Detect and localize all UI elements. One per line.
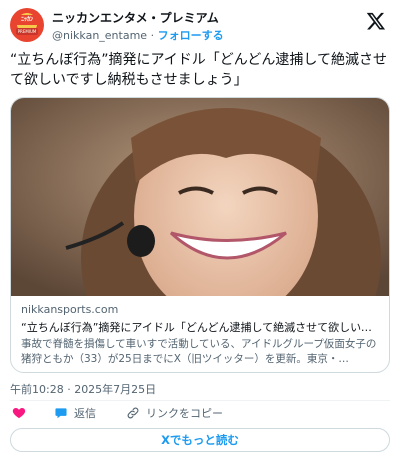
embedded-post: ﾆｯｶﾝ PREMIUM ニッカンエンタメ・プレミアム @nikkan_enta… — [0, 0, 400, 465]
heart-icon — [12, 408, 26, 419]
action-bar: 返信 リンクをコピー — [10, 404, 390, 422]
post-header: ﾆｯｶﾝ PREMIUM ニッカンエンタメ・プレミアム @nikkan_enta… — [10, 8, 390, 42]
article-photo — [11, 98, 389, 296]
nikkan-premium-logo-icon: ﾆｯｶﾝ — [14, 15, 40, 25]
read-more-on-x-button[interactable]: Xでもっと読む — [10, 428, 390, 452]
link-domain: nikkansports.com — [21, 303, 119, 316]
separator-dot: · — [150, 29, 155, 42]
link-description: 事故で脊髄を損傷して車いすで活動している、アイドルグループ仮面女子の猪狩ともか（… — [21, 338, 377, 365]
x-logo-icon[interactable] — [366, 11, 386, 31]
account-handle[interactable]: @nikkan_entame — [52, 29, 147, 42]
avatar[interactable]: ﾆｯｶﾝ PREMIUM — [10, 8, 44, 42]
divider — [10, 400, 390, 401]
reply-icon — [55, 408, 67, 419]
reply-button[interactable]: 返信 — [54, 404, 96, 422]
link-card-meta: nikkansports.com “立ちんぼ行為”摘発にアイドル「どんどん逮捕し… — [11, 296, 389, 367]
account-meta: @nikkan_entame · フォローする — [52, 27, 224, 43]
link-preview-card[interactable]: nikkansports.com “立ちんぼ行為”摘発にアイドル「どんどん逮捕し… — [10, 97, 390, 373]
post-timestamp[interactable]: 午前10:28 · 2025年7月25日 — [10, 381, 156, 397]
follow-button[interactable]: フォローする — [158, 29, 224, 42]
copy-link-button[interactable]: リンクをコピー — [126, 404, 223, 422]
post-text: “立ちんぼ行為”摘発にアイドル「どんどん逮捕して絶滅させて欲しいですし納税もさせ… — [10, 52, 387, 88]
account-name[interactable]: ニッカンエンタメ・プレミアム — [52, 9, 219, 26]
reply-label: 返信 — [74, 407, 96, 420]
logo-subtext: PREMIUM — [16, 28, 38, 35]
link-title[interactable]: “立ちんぼ行為”摘発にアイドル「どんどん逮捕して絶滅させて欲しいで… — [21, 320, 379, 335]
link-icon — [127, 407, 139, 419]
like-button[interactable] — [12, 404, 26, 422]
copy-link-label: リンクをコピー — [146, 407, 223, 420]
